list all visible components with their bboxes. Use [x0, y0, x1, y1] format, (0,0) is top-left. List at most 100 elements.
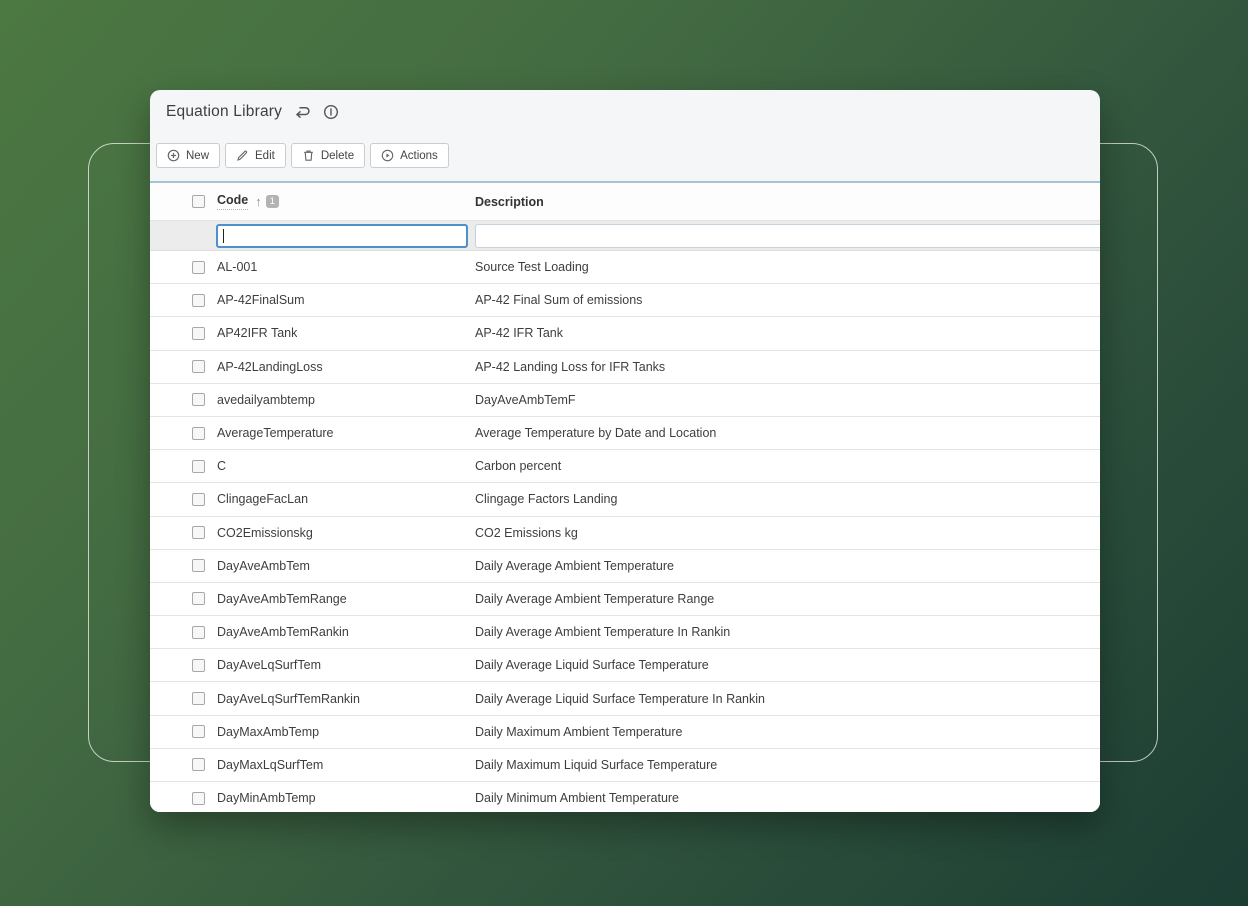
grid-header-row: Code ↑ 1 Description: [150, 183, 1100, 220]
row-checkbox[interactable]: [192, 758, 205, 772]
table-row[interactable]: DayAveAmbTemRankin Daily Average Ambient…: [150, 616, 1100, 650]
table-row[interactable]: CO2Emissionskg CO2 Emissions kg: [150, 516, 1100, 550]
row-checkbox[interactable]: [192, 326, 205, 340]
row-checkbox-cell: [150, 559, 217, 573]
row-checkbox[interactable]: [192, 559, 205, 573]
return-arrow-icon[interactable]: [294, 105, 311, 119]
row-checkbox-cell: [150, 692, 217, 706]
row-code: C: [217, 459, 227, 474]
row-description: Source Test Loading: [475, 260, 589, 275]
row-code: DayAveAmbTemRange: [217, 591, 347, 606]
row-description: Clingage Factors Landing: [475, 492, 618, 507]
table-row[interactable]: AverageTemperature Average Temperature b…: [150, 416, 1100, 451]
row-code: AP-42LandingLoss: [217, 359, 323, 374]
play-circle-icon: [381, 149, 394, 162]
info-icon[interactable]: [323, 104, 339, 120]
new-button-label: New: [186, 149, 210, 162]
toolbar: New Edit Delete Actions: [156, 143, 1100, 168]
page-title: Equation Library: [166, 103, 283, 120]
row-code: DayMaxLqSurfTem: [217, 757, 324, 772]
row-code: DayMaxAmbTemp: [217, 724, 320, 739]
table-row[interactable]: C Carbon percent: [150, 450, 1100, 484]
grid-body: AL-001 Source Test Loading AP-42FinalSum…: [150, 251, 1100, 812]
row-checkbox-cell: [150, 526, 217, 540]
table-row[interactable]: AP-42FinalSum AP-42 Final Sum of emissio…: [150, 284, 1100, 318]
delete-button-label: Delete: [320, 149, 355, 162]
row-code: DayAveAmbTemRankin: [217, 625, 349, 640]
table-row[interactable]: DayAveLqSurfTem Daily Average Liquid Sur…: [150, 649, 1100, 683]
table-row[interactable]: AL-001 Source Test Loading: [150, 251, 1100, 285]
new-button[interactable]: New: [156, 143, 221, 168]
sort-asc-icon[interactable]: ↑: [255, 194, 262, 209]
row-code: DayAveLqSurfTemRankin: [217, 691, 360, 706]
table-row[interactable]: AP-42LandingLoss AP-42 Landing Loss for …: [150, 350, 1100, 384]
header-checkbox-cell: [150, 195, 217, 208]
equation-library-dialog: Equation Library New Edit Delete Actions…: [150, 90, 1100, 812]
table-row[interactable]: DayMinAmbTemp Daily Minimum Ambient Temp…: [150, 782, 1100, 812]
row-description: AP-42 Final Sum of emissions: [475, 293, 643, 308]
row-code: DayMinAmbTemp: [217, 791, 316, 806]
select-all-checkbox[interactable]: [192, 195, 205, 208]
row-checkbox-cell: [150, 658, 217, 672]
description-filter-input[interactable]: [475, 223, 1100, 248]
equation-grid: Code ↑ 1 Description AL-001 Source Test …: [150, 181, 1100, 812]
row-description: Daily Average Ambient Temperature In Ran…: [475, 625, 731, 640]
row-checkbox[interactable]: [192, 360, 205, 374]
edit-button[interactable]: Edit: [225, 143, 286, 168]
table-row[interactable]: DayAveLqSurfTemRankin Daily Average Liqu…: [150, 682, 1100, 716]
row-checkbox-cell: [150, 393, 217, 407]
description-header-label: Description: [475, 194, 544, 209]
row-description: Daily Average Ambient Temperature Range: [475, 591, 715, 606]
row-checkbox[interactable]: [192, 692, 205, 706]
table-row[interactable]: DayAveAmbTem Daily Average Ambient Tempe…: [150, 549, 1100, 583]
table-row[interactable]: avedailyambtemp DayAveAmbTemF: [150, 383, 1100, 417]
table-row[interactable]: AP42IFR Tank AP-42 IFR Tank: [150, 317, 1100, 351]
row-checkbox-cell: [150, 625, 217, 639]
row-checkbox[interactable]: [192, 260, 205, 274]
sort-order-badge: 1: [265, 195, 279, 208]
row-code: CO2Emissionskg: [217, 525, 313, 540]
edit-button-label: Edit: [255, 149, 275, 162]
row-checkbox-cell: [150, 326, 217, 340]
actions-button-label: Actions: [400, 149, 438, 162]
code-column-header[interactable]: Code ↑ 1: [217, 193, 475, 210]
delete-button[interactable]: Delete: [290, 143, 366, 168]
trash-icon: [302, 149, 315, 162]
row-code: AverageTemperature: [217, 426, 334, 441]
description-column-header[interactable]: Description: [475, 193, 1100, 211]
row-checkbox[interactable]: [192, 592, 205, 606]
actions-button[interactable]: Actions: [370, 143, 449, 168]
row-description: Daily Average Ambient Temperature: [475, 558, 674, 573]
code-filter-input[interactable]: [216, 223, 468, 248]
table-row[interactable]: DayMaxLqSurfTem Daily Maximum Liquid Sur…: [150, 748, 1100, 782]
row-checkbox[interactable]: [192, 459, 205, 473]
row-code: AL-001: [217, 260, 258, 275]
code-header-label[interactable]: Code: [217, 193, 249, 210]
table-row[interactable]: ClingageFacLan Clingage Factors Landing: [150, 483, 1100, 517]
row-description: AP-42 IFR Tank: [475, 326, 564, 341]
row-description: Daily Minimum Ambient Temperature: [475, 791, 680, 806]
pencil-icon: [236, 149, 249, 162]
text-cursor: [223, 228, 224, 243]
row-checkbox[interactable]: [192, 791, 205, 805]
row-checkbox[interactable]: [192, 725, 205, 739]
row-checkbox[interactable]: [192, 426, 205, 440]
row-description: DayAveAmbTemF: [475, 392, 576, 407]
row-checkbox[interactable]: [192, 293, 205, 307]
row-checkbox[interactable]: [192, 526, 205, 540]
row-code: DayAveAmbTem: [217, 558, 310, 573]
row-description: AP-42 Landing Loss for IFR Tanks: [475, 359, 666, 374]
table-row[interactable]: DayMaxAmbTemp Daily Maximum Ambient Temp…: [150, 715, 1100, 749]
row-checkbox[interactable]: [192, 492, 205, 506]
row-checkbox-cell: [150, 592, 217, 606]
dialog-header: Equation Library: [150, 90, 1100, 131]
table-row[interactable]: DayAveAmbTemRange Daily Average Ambient …: [150, 582, 1100, 617]
row-code: DayAveLqSurfTem: [217, 658, 321, 673]
row-checkbox[interactable]: [192, 393, 205, 407]
row-checkbox[interactable]: [192, 625, 205, 639]
row-checkbox[interactable]: [192, 658, 205, 672]
row-checkbox-cell: [150, 758, 217, 772]
row-description: Carbon percent: [475, 459, 562, 474]
row-code: AP-42FinalSum: [217, 293, 305, 308]
plus-circle-icon: [167, 149, 180, 162]
